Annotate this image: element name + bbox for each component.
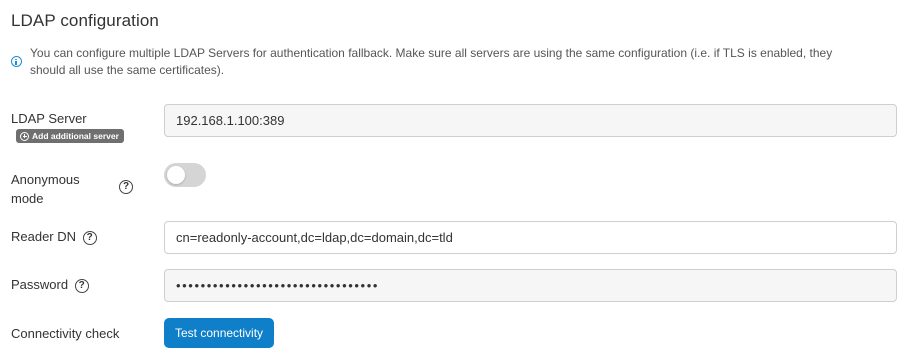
anonymous-mode-help-icon[interactable]: ?	[119, 180, 133, 194]
info-message: You can configure multiple LDAP Servers …	[11, 43, 896, 79]
anonymous-mode-label: Anonymous mode	[11, 170, 80, 208]
info-text: You can configure multiple LDAP Servers …	[30, 45, 832, 79]
ldap-server-value: 192.168.1.100:389	[176, 113, 285, 128]
password-input[interactable]: •••••••••••••••••••••••••••••••••	[164, 269, 897, 302]
password-help-icon[interactable]: ?	[74, 278, 89, 293]
anonymous-mode-label-line-2: mode	[11, 191, 44, 206]
password-masked-value: •••••••••••••••••••••••••••••••••	[176, 278, 379, 293]
password-label-text: Password	[11, 277, 69, 292]
info-icon	[11, 56, 22, 67]
ldap-server-input[interactable]: 192.168.1.100:389	[164, 104, 897, 137]
info-text-line-1: You can configure multiple LDAP Servers …	[30, 46, 833, 60]
add-additional-server-label: Add additional server	[32, 131, 119, 141]
anonymous-mode-toggle[interactable]	[164, 163, 206, 187]
test-connectivity-button[interactable]: Test connectivity	[164, 318, 275, 348]
connectivity-check-label: Connectivity check	[11, 326, 120, 341]
reader-dn-value: cn=readonly-account,dc=ldap,dc=domain,dc…	[176, 230, 453, 245]
info-text-line-2: should all use the same certificates).	[30, 63, 225, 77]
add-circle-icon	[20, 131, 29, 141]
section-title: LDAP configuration	[11, 11, 159, 30]
add-additional-server-button[interactable]: Add additional server	[16, 129, 124, 143]
reader-dn-input[interactable]: cn=readonly-account,dc=ldap,dc=domain,dc…	[164, 221, 897, 254]
reader-dn-label: Reader DN ?	[11, 229, 97, 245]
toggle-knob	[167, 166, 185, 184]
reader-dn-label-text: Reader DN	[11, 229, 77, 244]
anonymous-mode-label-line-1: Anonymous	[11, 172, 80, 187]
password-label: Password ?	[11, 277, 89, 293]
ldap-server-label: LDAP Server	[11, 111, 87, 126]
reader-dn-help-icon[interactable]: ?	[82, 230, 97, 245]
